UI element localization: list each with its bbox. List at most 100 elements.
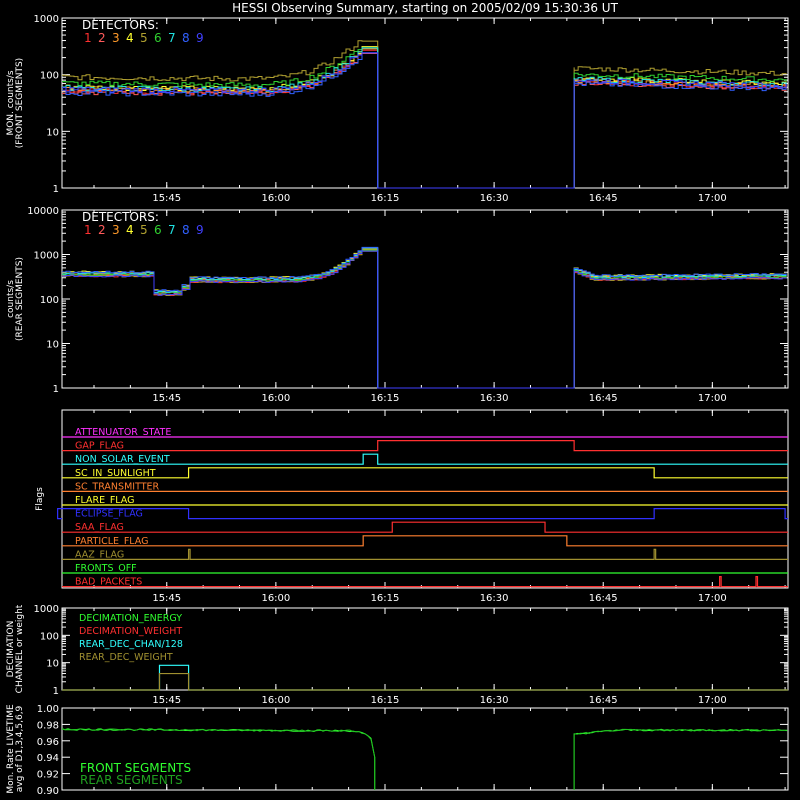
- decimation-legend-item: REAR_DEC_WEIGHT: [79, 652, 173, 663]
- front-ylabel: (FRONT SEGMENTS): [15, 58, 25, 148]
- figure-title: HESSI Observing Summary, starting on 200…: [232, 1, 618, 15]
- flags-flag-label: FLARE_FLAG: [75, 495, 135, 506]
- flags-flag-line: [62, 440, 788, 452]
- livetime-ytick-label: 0.96: [37, 737, 59, 748]
- rear-series-line: [62, 248, 787, 389]
- flags-flag-line: [62, 453, 788, 465]
- front-legend-item: 9: [196, 31, 204, 45]
- rear-ytick-label: 10: [46, 340, 59, 351]
- decimation-legend-item: REAR_DEC_CHAN/128: [79, 639, 183, 650]
- flags-ylabel: Flags: [35, 487, 45, 511]
- rear-series-line: [62, 249, 787, 389]
- front-legend-item: 1: [84, 31, 92, 45]
- front-legend-item: 3: [112, 31, 120, 45]
- rear-legend-item: 7: [168, 223, 176, 237]
- front-xtick-label: 16:30: [480, 193, 509, 204]
- decimation-ytick-label: 10: [46, 659, 59, 670]
- flags-flag-label: ATTENUATOR_STATE: [75, 427, 171, 438]
- front-legend-item: 4: [126, 31, 134, 45]
- rear-series-line: [62, 247, 787, 389]
- front-ytick-label: 1: [53, 184, 59, 195]
- decimation-xtick-label: 17:00: [698, 695, 727, 706]
- rear-series-line: [62, 250, 787, 389]
- rear-series-line: [62, 247, 787, 389]
- flags-flag-label: SC_IN_SUNLIGHT: [75, 468, 156, 479]
- rear-series-line: [62, 249, 787, 389]
- rear-xtick-label: 16:30: [480, 393, 509, 404]
- front-ytick-label: 100: [40, 71, 59, 82]
- front-ytick-label: 10: [46, 127, 59, 138]
- flags-xtick-label: 15:45: [152, 593, 181, 604]
- rear-legend-item: 1: [84, 223, 92, 237]
- livetime-ytick-label: 0.90: [37, 786, 59, 797]
- front-ytick-label: 1000: [34, 14, 59, 25]
- flags-flag-line: [62, 521, 788, 533]
- front-series-line: [62, 53, 787, 189]
- flags-flag-label: SAA_FLAG: [75, 522, 124, 533]
- front-series-line: [62, 48, 787, 189]
- front-series-line: [62, 47, 787, 189]
- flags-flag-line: [62, 576, 788, 588]
- flags-flag-label: AAZ_FLAG: [75, 549, 124, 560]
- rear-ytick-label: 1: [53, 384, 59, 395]
- rear-legend-item: 8: [182, 223, 190, 237]
- decimation-xtick-label: 15:45: [152, 695, 181, 706]
- rear-ytick-label: 1000: [34, 251, 59, 262]
- rear-legend-item: 3: [112, 223, 120, 237]
- flags-flag-label: GAP_FLAG: [75, 441, 124, 452]
- decimation-ylabel: CHANNEL or weight: [15, 604, 25, 693]
- front-legend-item: 6: [154, 31, 162, 45]
- rear-ytick-label: 100: [40, 295, 59, 306]
- decimation-xtick-label: 16:30: [480, 695, 509, 706]
- flags-flag-label: NON_SOLAR_EVENT: [75, 454, 170, 465]
- flags-flag-line: [57, 508, 788, 520]
- figure-canvas: HESSI Observing Summary, starting on 200…: [6, 1, 789, 797]
- front-legend-item: 7: [168, 31, 176, 45]
- rear-series-line: [62, 250, 787, 389]
- flags-flag-line: [62, 467, 788, 479]
- front-xtick-label: 15:45: [152, 193, 181, 204]
- flags-flag-line: [62, 535, 788, 547]
- livetime-ylabel: avg of D1,3,4,5,6,9: [15, 705, 25, 792]
- rear-legend-item: 5: [140, 223, 148, 237]
- rear-legend-item: 2: [98, 223, 106, 237]
- rear-ylabel: (REAR SEGMENTS): [15, 257, 25, 341]
- front-xtick-label: 16:45: [589, 193, 618, 204]
- livetime-ytick-label: 1.00: [37, 704, 59, 715]
- front-series-line: [62, 46, 787, 189]
- front-legend-item: 2: [98, 31, 106, 45]
- rear-xtick-label: 16:45: [589, 393, 618, 404]
- rear-xtick-label: 15:45: [152, 393, 181, 404]
- decimation-xtick-label: 16:00: [261, 695, 290, 706]
- rear-xtick-label: 17:00: [698, 393, 727, 404]
- decimation-ytick-label: 100: [40, 631, 59, 642]
- rear-legend-title: DETECTORS:: [82, 210, 159, 224]
- flags-flag-label: BAD_PACKETS: [75, 577, 142, 588]
- front-legend-item: 5: [140, 31, 148, 45]
- decimation-ytick-label: 1000: [34, 604, 59, 615]
- flags-flag-line: [62, 548, 788, 560]
- decimation-legend-item: DECIMATION_ENERGY: [79, 613, 182, 624]
- rear-series-line: [62, 246, 787, 389]
- front-series-line: [62, 47, 787, 189]
- livetime-ytick-label: 0.94: [37, 753, 59, 764]
- flags-xtick-label: 16:15: [371, 593, 400, 604]
- rear-legend-item: 9: [196, 223, 204, 237]
- front-series-line: [62, 40, 787, 189]
- decimation-step-line: [62, 664, 788, 691]
- rear-ytick-label: 10000: [27, 206, 59, 217]
- decimation-legend-item: DECIMATION_WEIGHT: [79, 626, 182, 637]
- flags-flag-label: PARTICLE_FLAG: [75, 536, 148, 547]
- rear-series-line: [62, 250, 787, 389]
- flags-xtick-label: 17:00: [698, 593, 727, 604]
- front-xtick-label: 16:00: [261, 193, 290, 204]
- flags-xtick-label: 16:00: [261, 593, 290, 604]
- front-series-line: [62, 49, 787, 189]
- decimation-ytick-label: 1: [53, 686, 59, 697]
- decimation-xtick-label: 16:15: [371, 695, 400, 706]
- flags-xtick-label: 16:30: [480, 593, 509, 604]
- rear-xtick-label: 16:00: [261, 393, 290, 404]
- livetime-legend-rear: REAR SEGMENTS: [80, 773, 183, 787]
- livetime-ytick-label: 0.92: [37, 770, 59, 781]
- flags-flag-label: ECLIPSE_FLAG: [75, 509, 143, 520]
